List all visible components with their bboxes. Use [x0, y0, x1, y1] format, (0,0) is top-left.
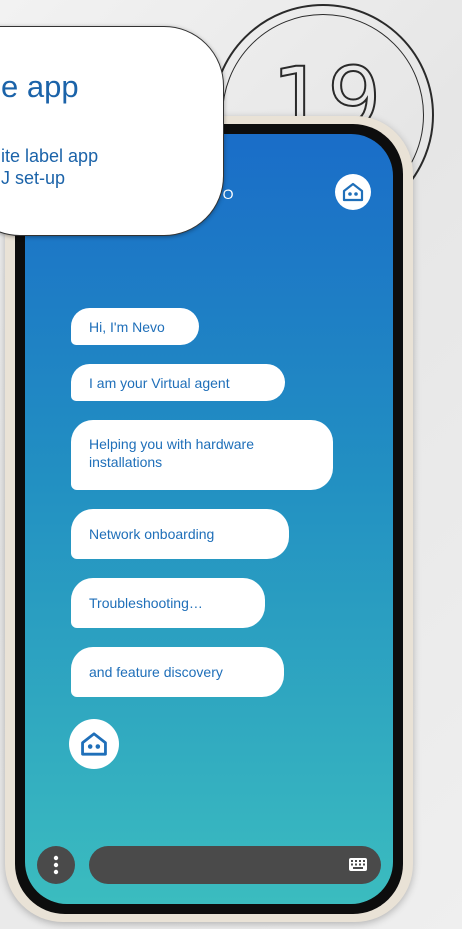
feature-callout: e app ite label app J set-up — [0, 26, 224, 236]
vertical-ellipsis-icon — [53, 855, 59, 875]
stage: 19 EVO Hi, I'm Nevo I am your Virtual ag… — [0, 0, 462, 929]
chat-message: and feature discovery — [71, 647, 284, 697]
phone-bezel: EVO Hi, I'm Nevo I am your Virtual agent… — [15, 124, 403, 914]
chat-message: I am your Virtual agent — [71, 364, 285, 401]
chat-message: Troubleshooting… — [71, 578, 265, 628]
chat-message: Network onboarding — [71, 509, 289, 559]
callout-line: J set-up — [1, 168, 66, 188]
keyboard-icon[interactable] — [349, 858, 367, 871]
chat-message-list: Hi, I'm Nevo I am your Virtual agent Hel… — [71, 308, 391, 716]
robot-face-icon — [342, 182, 364, 202]
robot-face-icon — [81, 732, 107, 756]
message-input[interactable] — [89, 846, 381, 884]
phone-frame: EVO Hi, I'm Nevo I am your Virtual agent… — [5, 116, 413, 922]
composer-bar — [37, 844, 381, 886]
callout-title: e app — [1, 69, 79, 104]
callout-line: ite label app — [1, 146, 99, 166]
chat-message: Hi, I'm Nevo — [71, 308, 199, 345]
menu-button[interactable] — [37, 846, 75, 884]
chat-message: Helping you with hardware installations — [71, 420, 333, 490]
header-robot-icon[interactable] — [335, 174, 371, 210]
phone-screen: EVO Hi, I'm Nevo I am your Virtual agent… — [25, 134, 393, 904]
callout-description: ite label app J set-up — [1, 145, 201, 189]
agent-avatar — [69, 719, 119, 769]
